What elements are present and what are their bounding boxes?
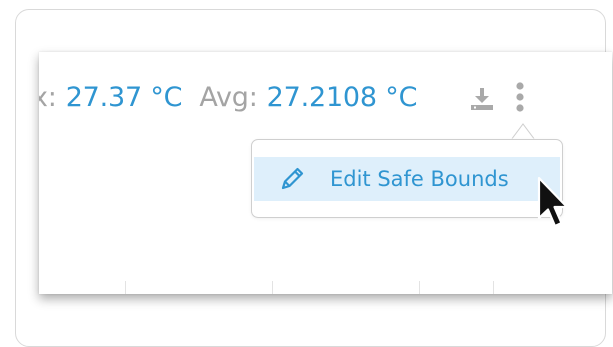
max-value: 27.37 °C: [65, 82, 183, 113]
mouse-pointer-icon: [537, 176, 569, 228]
more-options-menu: Edit Safe Bounds: [251, 139, 563, 218]
axis-tick: [272, 281, 273, 294]
menu-item-label: Edit Safe Bounds: [330, 167, 509, 191]
dropdown-pointer: [510, 123, 536, 140]
axis-tick: [125, 281, 126, 294]
kebab-vertical-icon[interactable]: [515, 81, 525, 113]
download-icon[interactable]: [471, 86, 493, 110]
axis-tick: [419, 281, 420, 294]
stats-row: x: 27.37 °C Avg: 27.2108 °C: [39, 78, 417, 118]
avg-value: 27.2108 °C: [266, 82, 418, 113]
menu-item-edit-safe-bounds[interactable]: Edit Safe Bounds: [254, 157, 560, 201]
pencil-icon: [281, 167, 304, 190]
avg-label: Avg:: [199, 82, 258, 113]
axis-tick: [493, 281, 494, 294]
max-label: x:: [39, 82, 57, 113]
